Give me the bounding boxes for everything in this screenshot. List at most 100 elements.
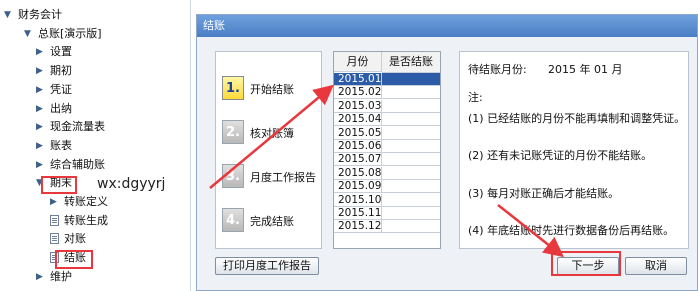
nav-item-0[interactable]: ▼ 财务会计 — [4, 6, 180, 24]
nav-item-1[interactable]: ▼ 总账[演示版] — [24, 25, 180, 43]
nav-tree: ▼ 财务会计 ▼ 总账[演示版] ▶ 设置 ▶ 期初 ▶ 凭证 ▶ 出纳 ▶ 现金流量表 ▶ 账表 ▶ 综合辅助账… — [0, 0, 191, 291]
nav-item-8[interactable]: ▶ 综合辅助账 — [36, 156, 180, 174]
month-cell: 2015.03 — [334, 99, 382, 113]
nav-item-label: 现金流量表 — [50, 120, 105, 134]
note-item: (1) 已经结账的月份不能再填制和调整凭证。 — [468, 112, 686, 125]
dialog-title: 结账 — [197, 15, 697, 37]
nav-item-label: 出纳 — [50, 101, 72, 115]
nav-item-7[interactable]: ▶ 账表 — [36, 137, 180, 155]
highlight-box-close-account — [55, 250, 93, 269]
closed-status-cell — [382, 194, 440, 207]
step-number-icon: 1. — [222, 76, 244, 100]
expand-right-icon[interactable]: ▶ — [36, 268, 43, 286]
expand-right-icon[interactable]: ▶ — [36, 137, 43, 155]
closed-status-cell — [382, 73, 440, 86]
month-cell: 2015.01 — [334, 73, 382, 86]
table-row[interactable]: 2015.10 — [334, 193, 440, 207]
nav-item-label: 综合辅助账 — [50, 157, 105, 171]
steps-panel: 1. 开始结账 2. 核对账簿 3. 月度工作报告 4. 完成结账 — [215, 51, 322, 249]
nav-item-5[interactable]: ▶ 出纳 — [36, 100, 180, 118]
nav-item-10[interactable]: ▶ 转账定义 — [50, 193, 180, 211]
document-icon[interactable] — [50, 214, 59, 226]
step-number-icon: 3. — [222, 164, 244, 188]
table-row[interactable]: 2015.02 — [334, 86, 440, 100]
table-row[interactable]: 2015.12 — [334, 220, 440, 234]
nav-item-label: 设置 — [50, 45, 72, 59]
step-label: 月度工作报告 — [250, 171, 316, 184]
pending-month-label: 待结账月份: — [468, 63, 527, 76]
nav-item-2[interactable]: ▶ 设置 — [36, 43, 180, 61]
expand-right-icon[interactable]: ▶ — [36, 118, 43, 136]
closed-status-cell — [382, 113, 440, 127]
month-cell: 2015.11 — [334, 207, 382, 220]
closed-status-cell — [382, 180, 440, 194]
nav-item-14[interactable]: ▶ 维护 — [36, 268, 180, 286]
nav-item-label: 维护 — [50, 269, 72, 283]
step-number-icon: 2. — [222, 120, 244, 144]
note-title: 注: — [468, 91, 483, 104]
closed-status-cell — [382, 86, 440, 100]
nav-item-label: 转账定义 — [64, 195, 108, 208]
note-item: (4) 年底结账时先进行数据备份后再结账。 — [468, 224, 675, 237]
month-cell: 2015.08 — [334, 166, 382, 180]
nav-item-6[interactable]: ▶ 现金流量表 — [36, 118, 180, 136]
nav-item-label: 财务会计 — [18, 8, 62, 21]
nav-item-3[interactable]: ▶ 期初 — [36, 62, 180, 80]
nav-item-label: 对账 — [64, 232, 86, 246]
step-label: 核对账簿 — [250, 127, 294, 140]
closed-status-cell — [382, 207, 440, 220]
expand-right-icon[interactable]: ▶ — [36, 62, 43, 80]
table-row[interactable]: 2015.05 — [334, 126, 440, 140]
month-cell: 2015.12 — [334, 220, 382, 234]
note-item: (3) 每月对账正确后才能结账。 — [468, 187, 620, 200]
highlight-box-period-end — [41, 176, 77, 194]
closed-status-cell — [382, 153, 440, 167]
table-row[interactable]: 2015.08 — [334, 166, 440, 180]
nav-item-label: 凭证 — [50, 82, 72, 96]
table-row[interactable]: 2015.07 — [334, 153, 440, 167]
table-row[interactable]: 2015.03 — [334, 99, 440, 113]
pending-month-value: 2015 年 01 月 — [548, 63, 623, 76]
expand-right-icon[interactable]: ▶ — [36, 156, 43, 174]
cancel-button[interactable]: 取消 — [625, 257, 687, 275]
nav-item-12[interactable]: 对账 — [50, 230, 180, 248]
nav-item-11[interactable]: 转账生成 — [50, 212, 180, 230]
expand-right-icon[interactable]: ▶ — [36, 100, 43, 118]
expand-down-icon[interactable]: ▼ — [24, 25, 31, 43]
table-row[interactable]: 2015.11 — [334, 207, 440, 220]
step-1: 1. 开始结账 — [222, 76, 322, 108]
month-cell: 2015.09 — [334, 180, 382, 194]
info-panel: 待结账月份: 2015 年 01 月 注: (1) 已经结账的月份不能再填制和调… — [459, 51, 689, 249]
nav-item-label: 账表 — [50, 138, 72, 152]
month-cell: 2015.07 — [334, 153, 382, 167]
table-row[interactable]: 2015.04 — [334, 113, 440, 127]
column-header-month: 月份 — [334, 52, 382, 72]
closed-status-cell — [382, 100, 440, 113]
closed-status-cell — [382, 220, 440, 234]
table-row[interactable]: 2015.01 — [334, 73, 440, 86]
document-icon[interactable] — [50, 233, 59, 245]
watermark-text: wx:dgyyrj — [97, 176, 166, 192]
nav-item-label: 总账[演示版] — [38, 26, 102, 40]
step-number-icon: 4. — [222, 208, 244, 232]
step-label: 完成结账 — [250, 215, 294, 228]
month-cell: 2015.05 — [334, 126, 382, 140]
highlight-box-next — [551, 251, 621, 276]
step-2: 2. 核对账簿 — [222, 120, 322, 152]
closed-status-cell — [382, 167, 440, 180]
table-row[interactable]: 2015.06 — [334, 140, 440, 153]
month-cell: 2015.10 — [334, 193, 382, 207]
close-account-dialog: 结账 1. 开始结账 2. 核对账簿 3. 月度工作报告 4. 完成结账 月份 是否结账 20… — [196, 14, 698, 291]
table-row[interactable]: 2015.09 — [334, 180, 440, 194]
expand-right-icon[interactable]: ▶ — [36, 81, 43, 99]
closed-status-cell — [382, 140, 440, 153]
expand-right-icon[interactable]: ▶ — [36, 43, 43, 61]
print-report-button[interactable]: 打印月度工作报告 — [215, 257, 319, 275]
expand-right-icon[interactable]: ▶ — [50, 193, 57, 211]
month-cell: 2015.06 — [334, 140, 382, 153]
step-3: 3. 月度工作报告 — [222, 164, 322, 196]
expand-down-icon[interactable]: ▼ — [4, 6, 11, 24]
nav-item-4[interactable]: ▶ 凭证 — [36, 81, 180, 99]
nav-item-label: 期初 — [50, 64, 72, 78]
month-cell: 2015.02 — [334, 86, 382, 100]
